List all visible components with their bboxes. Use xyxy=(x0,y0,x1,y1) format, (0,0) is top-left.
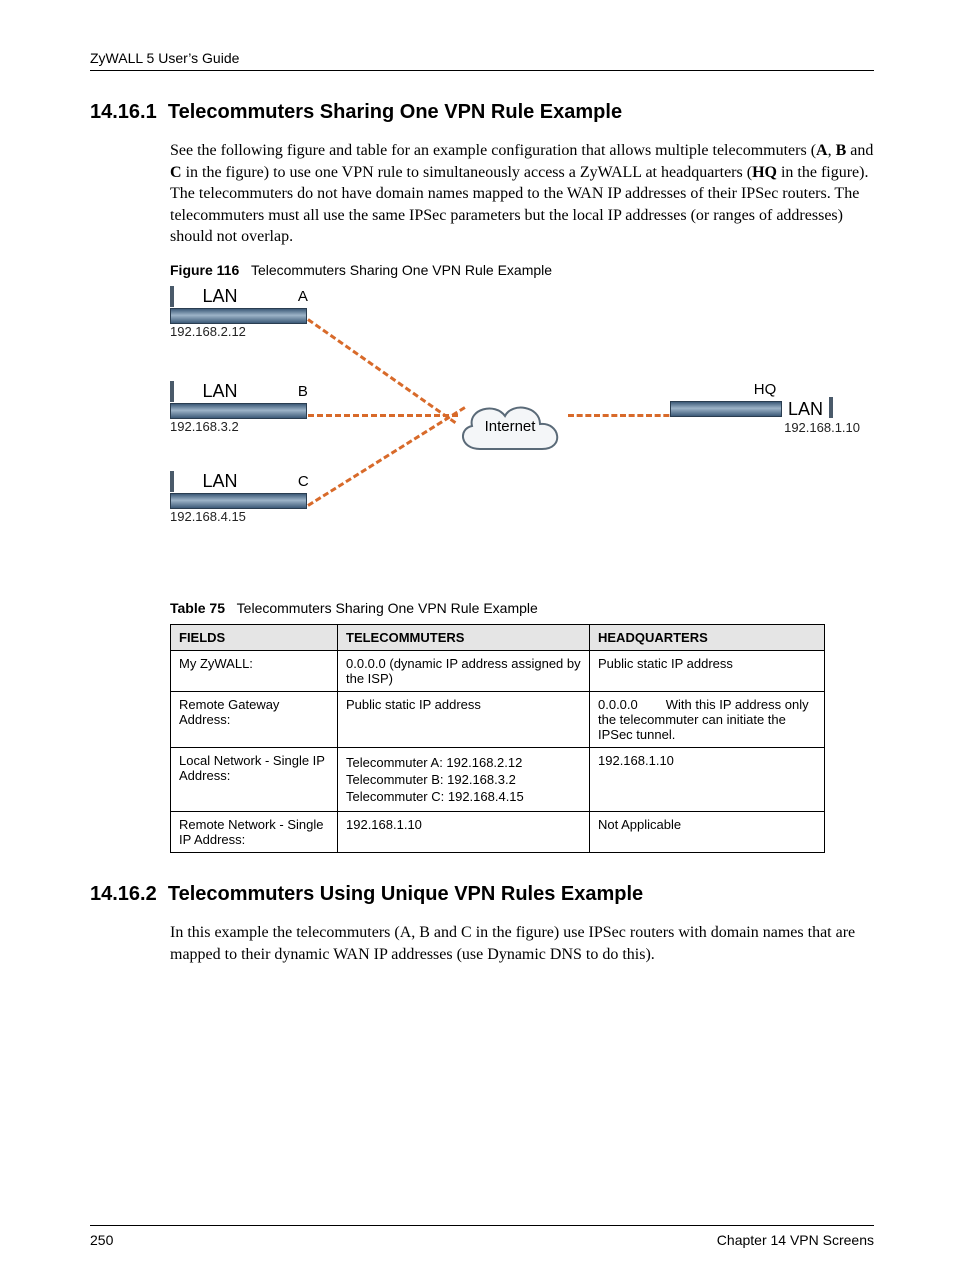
lan-label: LAN xyxy=(202,471,237,492)
section-heading-2: 14.16.2 Telecommuters Using Unique VPN R… xyxy=(90,883,874,906)
table-caption: Table 75 Telecommuters Sharing One VPN R… xyxy=(170,600,874,616)
node-letter-b: B xyxy=(298,383,308,400)
figure-caption: Figure 116 Telecommuters Sharing One VPN… xyxy=(170,262,874,278)
lan-label: LAN xyxy=(202,381,237,402)
ip-c: 192.168.4.15 xyxy=(170,509,309,524)
pc-icon xyxy=(170,473,192,493)
section-title: Telecommuters Using Unique VPN Rules Exa… xyxy=(168,883,643,905)
router-icon xyxy=(170,493,307,509)
vpn-tunnel-line xyxy=(307,318,456,424)
section1-paragraph: See the following figure and table for a… xyxy=(170,140,874,248)
internet-cloud-icon: Internet xyxy=(450,394,570,464)
pc-icon xyxy=(170,288,192,308)
th-telecommuters: TELECOMMUTERS xyxy=(338,624,590,650)
figure-diagram: LAN A 192.168.2.12 LAN B 192.168.3.2 xyxy=(170,286,850,546)
section-heading-1: 14.16.1 Telecommuters Sharing One VPN Ru… xyxy=(90,101,874,124)
node-letter-c: C xyxy=(298,473,309,490)
lan-label: LAN xyxy=(202,286,237,307)
node-letter-a: A xyxy=(298,288,308,305)
router-icon xyxy=(670,401,782,417)
section-number: 14.16.1 xyxy=(90,101,157,123)
th-headquarters: HEADQUARTERS xyxy=(590,624,825,650)
doc-header: ZyWALL 5 User’s Guide xyxy=(90,50,874,71)
table-row: Local Network - Single IP Address: Telec… xyxy=(171,747,825,811)
page-footer: 250 Chapter 14 VPN Screens xyxy=(90,1225,874,1248)
router-icon xyxy=(170,403,307,419)
table-75: FIELDS TELECOMMUTERS HEADQUARTERS My ZyW… xyxy=(170,624,825,853)
vpn-tunnel-line xyxy=(307,406,465,507)
table-row: My ZyWALL: 0.0.0.0 (dynamic IP address a… xyxy=(171,650,825,691)
pc-icon xyxy=(170,383,192,403)
ip-a: 192.168.2.12 xyxy=(170,324,308,339)
router-icon xyxy=(170,308,307,324)
th-fields: FIELDS xyxy=(171,624,338,650)
section2-paragraph: In this example the telecommuters (A, B … xyxy=(170,922,874,965)
node-letter-hq: HQ xyxy=(754,381,777,398)
vpn-tunnel-line xyxy=(308,414,458,417)
ip-hq: 192.168.1.10 xyxy=(670,420,860,435)
section-title: Telecommuters Sharing One VPN Rule Examp… xyxy=(168,101,622,123)
vpn-tunnel-line xyxy=(568,414,678,417)
table-row: Remote Gateway Address: Public static IP… xyxy=(171,691,825,747)
pc-icon xyxy=(829,399,851,419)
table-row: Remote Network - Single IP Address: 192.… xyxy=(171,811,825,852)
lan-label: LAN xyxy=(788,399,823,420)
internet-label: Internet xyxy=(450,418,570,435)
section-number: 14.16.2 xyxy=(90,883,157,905)
ip-b: 192.168.3.2 xyxy=(170,419,308,434)
